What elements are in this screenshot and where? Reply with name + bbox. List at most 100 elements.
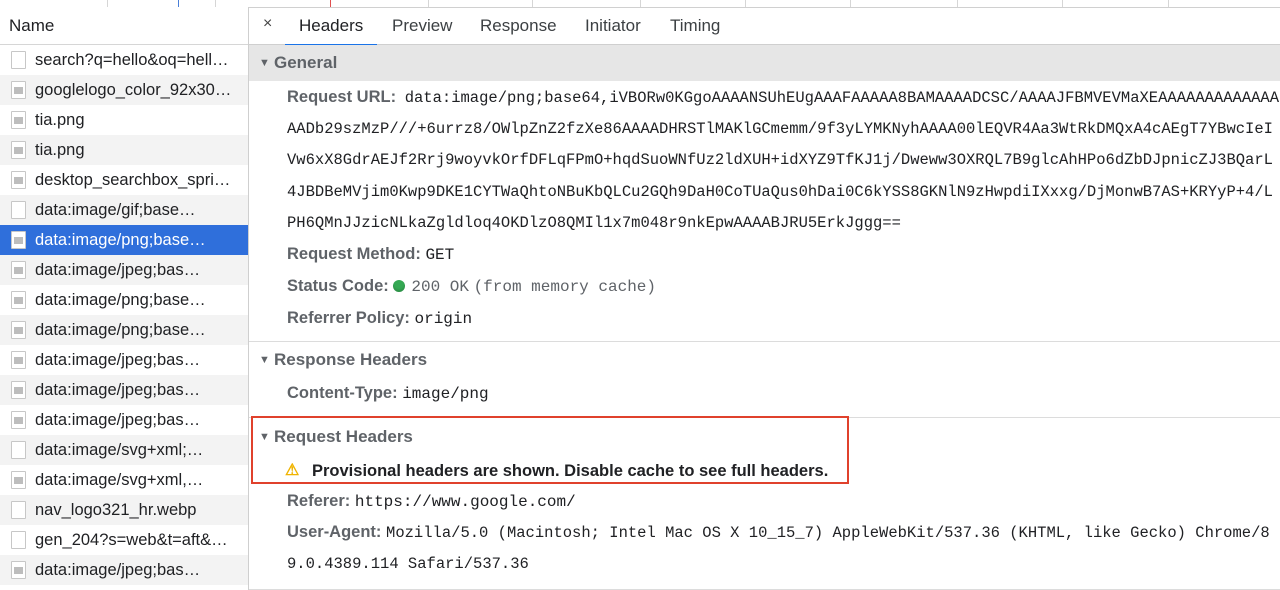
request-row[interactable]: desktop_searchbox_spri… [0,165,248,195]
timeline-tick [850,0,851,7]
request-row[interactable]: data:image/svg+xml;… [0,435,248,465]
provisional-headers-text: Provisional headers are shown. Disable c… [312,462,829,481]
image-icon [11,261,26,279]
request-name: data:image/jpeg;bas… [35,261,201,279]
collapse-triangle-icon: ▼ [259,354,270,367]
referrer-policy-label: Referrer Policy: [287,309,410,328]
image-icon [11,291,26,309]
referrer-policy-value: origin [414,310,473,329]
provisional-headers-warning: ⚠ Provisional headers are shown. Disable… [249,456,1280,486]
request-row[interactable]: data:image/png;base… [0,285,248,315]
request-name: data:image/jpeg;bas… [35,351,201,369]
image-icon [11,411,26,429]
tab-initiator[interactable]: Initiator [585,7,641,45]
request-row[interactable]: data:image/jpeg;bas… [0,255,248,285]
content-type-row: Content-Type: image/png [249,378,1280,409]
document-icon [11,51,26,69]
timeline-tick [107,0,108,7]
document-icon [11,531,26,549]
request-name: search?q=hello&oq=hell… [35,51,229,69]
request-name: tia.png [35,141,85,159]
request-name: data:image/png;base… [35,231,206,249]
tab-headers[interactable]: Headers [284,7,378,46]
request-name: data:image/png;base… [35,291,206,309]
request-name: data:image/jpeg;bas… [35,411,201,429]
request-row[interactable]: data:image/jpeg;bas… [0,405,248,435]
tab-preview[interactable]: Preview [392,7,452,45]
request-details-panel: × Headers Preview Response Initiator Tim… [249,7,1280,590]
request-headers-section-header[interactable]: ▼ Request Headers [249,418,1280,456]
response-headers-section-header[interactable]: ▼ Response Headers [249,342,1280,378]
image-icon [11,81,26,99]
request-row[interactable]: tia.png [0,105,248,135]
details-tabbar: × Headers Preview Response Initiator Tim… [249,7,1280,46]
response-headers-title: Response Headers [274,350,428,370]
timeline-tick [428,0,429,7]
timeline-tick [178,0,179,7]
request-name: gen_204?s=web&t=aft&… [35,531,228,549]
referrer-policy-row: Referrer Policy: origin [249,303,1280,334]
collapse-triangle-icon: ▼ [259,57,270,69]
general-section-title: General [274,53,338,72]
document-icon [11,441,26,459]
timeline-tick [640,0,641,7]
referer-value: https://www.google.com/ [354,493,576,512]
request-row[interactable]: nav_logo321_hr.webp [0,495,248,525]
status-ok-dot-icon [393,280,406,293]
request-row[interactable]: gen_204?s=web&t=aft&… [0,525,248,555]
request-row[interactable]: data:image/png;base… [0,315,248,345]
request-row[interactable]: tia.png [0,135,248,165]
timeline-tick [532,0,533,7]
tab-response[interactable]: Response [480,7,557,45]
image-icon [11,471,26,489]
request-url-row: Request URL: data:image/png;base64,iVBOR… [249,82,1280,238]
request-list: search?q=hello&oq=hell… googlelogo_color_… [0,45,248,585]
request-row[interactable]: data:image/jpeg;bas… [0,555,248,585]
status-code-label: Status Code: [287,277,389,296]
request-row[interactable]: googlelogo_color_92x30… [0,75,248,105]
name-column-header[interactable]: Name [0,7,248,45]
close-icon[interactable]: × [263,15,272,33]
request-name: nav_logo321_hr.webp [35,501,197,519]
request-name: data:image/svg+xml;… [35,441,204,459]
request-row[interactable]: search?q=hello&oq=hell… [0,45,248,75]
general-section-header[interactable]: ▼ General [249,45,1280,81]
tab-timing[interactable]: Timing [670,7,720,45]
status-code-note: (from memory cache) [473,278,656,297]
request-url-value: data:image/png;base64,iVBORw0KGgoAAAANSU… [287,89,1280,232]
request-row[interactable]: data:image/gif;base… [0,195,248,225]
content-type-value: image/png [402,385,489,404]
image-icon [11,381,26,399]
request-row[interactable]: data:image/jpeg;bas… [0,375,248,405]
image-icon [11,321,26,339]
timeline-tick [745,0,746,7]
request-row[interactable]: data:image/jpeg;bas… [0,345,248,375]
warning-icon: ⚠ [285,462,300,480]
request-name: tia.png [35,111,85,129]
request-method-label: Request Method: [287,245,421,264]
referer-row: Referer: https://www.google.com/ [249,486,1280,517]
image-icon [11,351,26,369]
content-type-label: Content-Type: [287,384,398,403]
timeline-tick [215,0,216,7]
image-icon [11,561,26,579]
request-headers-title: Request Headers [274,427,413,447]
document-icon [11,501,26,519]
collapse-triangle-icon: ▼ [259,431,270,444]
request-method-row: Request Method: GET [249,239,1280,270]
timeline-tick [957,0,958,7]
user-agent-row: User-Agent: Mozilla/5.0 (Macintosh; Inte… [249,517,1277,579]
request-row[interactable]: data:image/png;base… [0,225,248,255]
image-icon [11,141,26,159]
image-icon [11,111,26,129]
request-name: desktop_searchbox_spri… [35,171,231,189]
request-name: data:image/png;base… [35,321,206,339]
status-code-row: Status Code: 200 OK (from memory cache) [249,271,1280,302]
user-agent-label: User-Agent: [287,523,382,542]
document-icon [11,201,26,219]
request-row[interactable]: data:image/svg+xml,… [0,465,248,495]
timeline-tick [1062,0,1063,7]
request-name: data:image/svg+xml,… [35,471,204,489]
request-list-panel: Name search?q=hello&oq=hell… googlelogo_c… [0,7,249,590]
image-icon [11,171,26,189]
